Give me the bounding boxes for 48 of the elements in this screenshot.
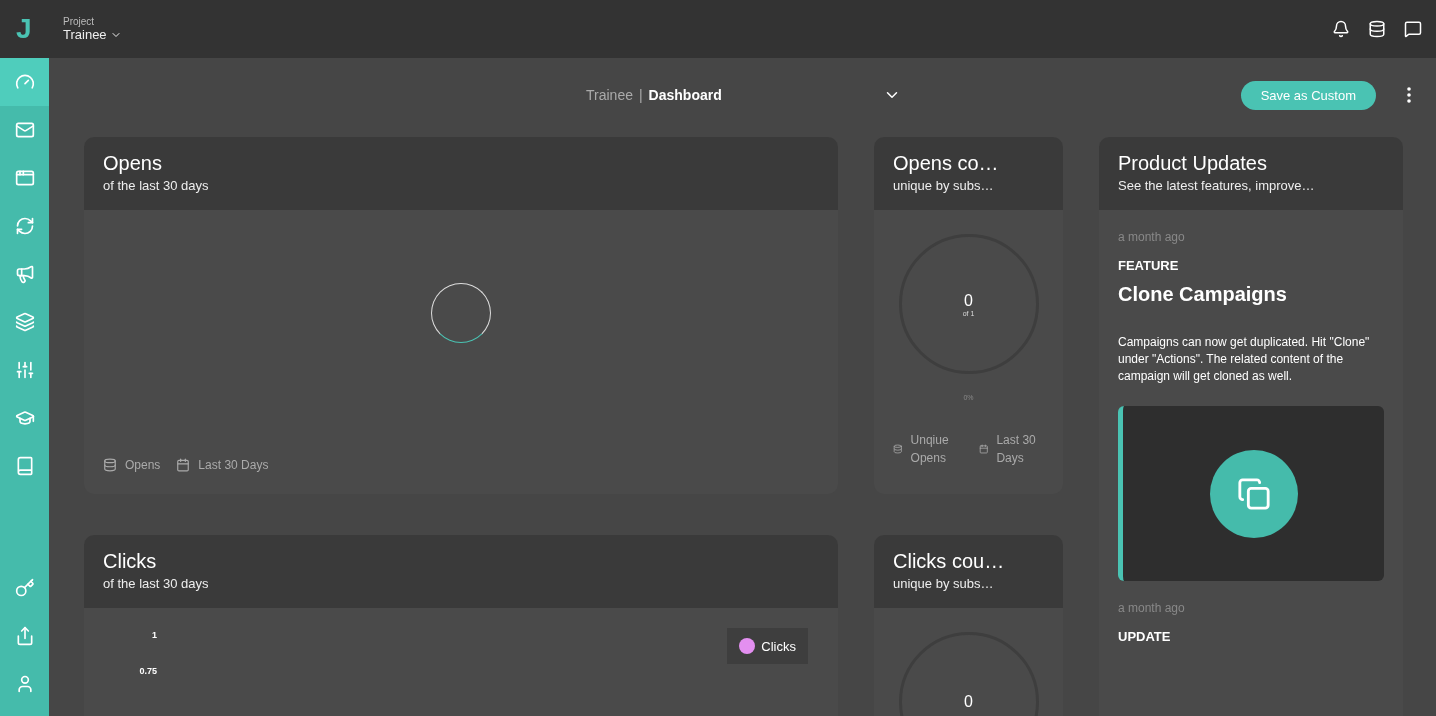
- update-title: Clone Campaigns: [1118, 283, 1288, 306]
- refresh-icon: [14, 216, 35, 236]
- project-dropdown[interactable]: Trainee: [63, 27, 122, 42]
- project-label: Project: [63, 16, 96, 27]
- window-icon: [14, 168, 35, 188]
- card-subtitle: unique by subs…: [893, 178, 995, 193]
- sliders-icon: [14, 360, 35, 380]
- sidebar-item[interactable]: [0, 58, 49, 106]
- legend-label: Clicks: [761, 638, 796, 654]
- update-text: Campaigns can now get duplicated. Hit "Clone" under "Actions". The related content of the campaign will get cloned as well.: [1118, 334, 1371, 385]
- copy-icon: [1236, 476, 1271, 511]
- logo: J: [16, 13, 33, 45]
- megaphone-icon: [14, 264, 35, 284]
- database-icon: [893, 442, 903, 456]
- key-icon: [14, 578, 35, 598]
- footer-label: Last 30 Days: [198, 457, 269, 474]
- dashboard-dropdown[interactable]: Trainee | Dashboard: [586, 86, 901, 104]
- more-icon: [1407, 87, 1411, 103]
- database-icon[interactable]: [1368, 20, 1386, 38]
- card-subtitle: of the last 30 days: [103, 178, 210, 193]
- card-subtitle: unique by subs…: [893, 576, 995, 591]
- card-title: Product Updates: [1118, 152, 1268, 175]
- update-category: UPDATE: [1118, 629, 1172, 644]
- bell-icon[interactable]: [1332, 20, 1350, 38]
- chat-icon[interactable]: [1404, 20, 1422, 38]
- more-menu-button[interactable]: [1407, 87, 1411, 103]
- count-value: 0: [964, 693, 973, 711]
- footer-label: Opens: [125, 457, 161, 474]
- footer-label: Last 30 Days: [996, 432, 1037, 467]
- card-subtitle: See the latest features, improve…: [1118, 178, 1316, 193]
- axis-tick-label: 0.75: [139, 666, 157, 676]
- card-title: Clicks cou…: [893, 550, 1006, 573]
- footer-label: Unqiue Opens: [910, 432, 950, 467]
- database-icon: [103, 458, 117, 472]
- gauge-icon: [14, 72, 35, 92]
- card-title: Opens: [103, 152, 163, 175]
- update-category: FEATURE: [1118, 258, 1180, 273]
- update-time: a month ago: [1118, 601, 1186, 615]
- count-value: 0: [964, 291, 973, 310]
- calendar-icon: [978, 442, 989, 456]
- axis-tick-label: 1: [152, 630, 157, 640]
- card-title: Clicks: [103, 550, 158, 573]
- card-subtitle: of the last 30 days: [103, 576, 210, 591]
- graduation-cap-icon: [14, 408, 35, 428]
- envelope-icon: [14, 120, 35, 140]
- card-title: Opens co…: [893, 152, 1000, 175]
- update-time: a month ago: [1118, 230, 1186, 244]
- calendar-icon: [176, 458, 191, 472]
